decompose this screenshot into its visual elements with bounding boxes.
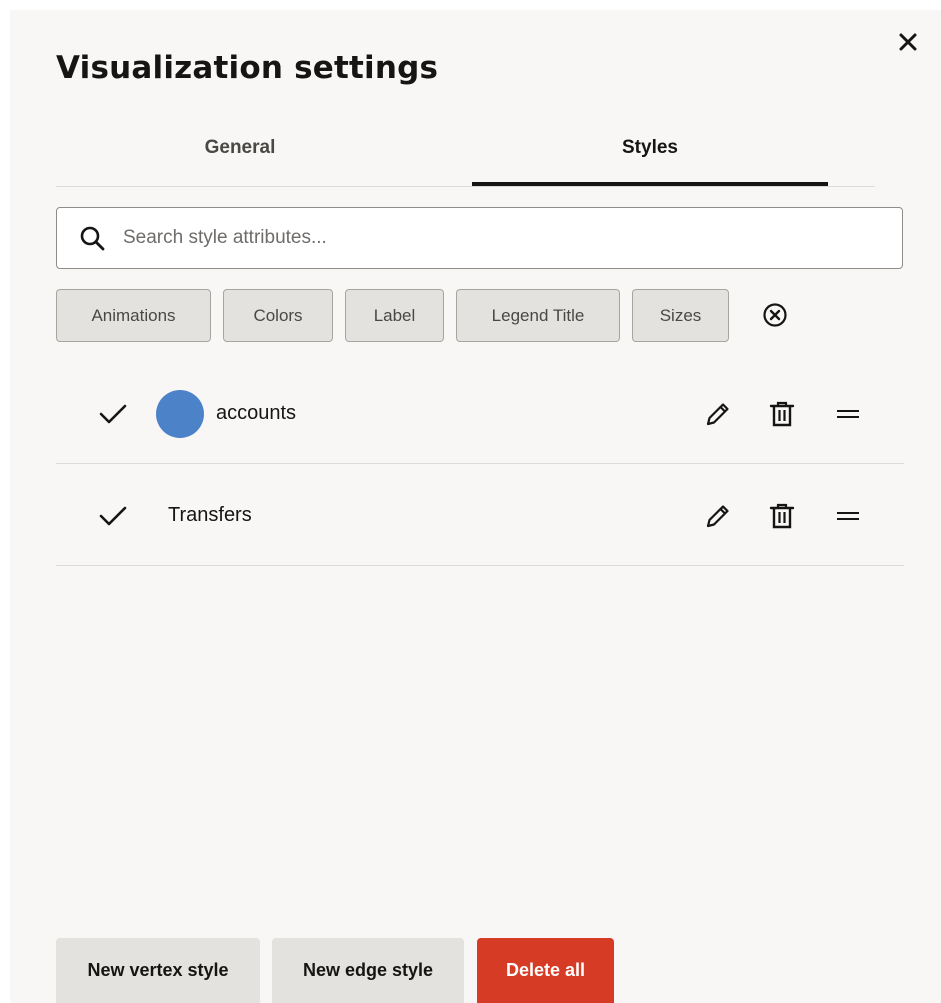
filter-chip-colors[interactable]: Colors	[223, 289, 333, 342]
filter-chip-label: Colors	[253, 305, 303, 325]
filter-chip-sizes[interactable]: Sizes	[632, 289, 729, 342]
drag-handle-icon[interactable]	[831, 397, 865, 431]
close-button[interactable]	[891, 27, 925, 57]
search-icon	[79, 225, 105, 251]
dialog-title: Visualization settings	[56, 50, 439, 86]
style-row-transfers[interactable]: Transfers	[56, 466, 904, 566]
new-edge-style-label: New edge style	[302, 960, 434, 980]
tab-general[interactable]: General	[56, 112, 424, 184]
clear-circle-icon	[763, 303, 787, 327]
delete-all-button[interactable]: Delete all	[477, 938, 614, 1003]
delete-all-label: Delete all	[505, 960, 586, 980]
filter-chip-legend-title[interactable]: Legend Title	[456, 289, 620, 342]
style-row-label: accounts	[216, 402, 297, 424]
close-icon	[899, 33, 917, 51]
tab-styles-label: Styles	[622, 137, 678, 158]
filter-chip-label[interactable]: Label	[345, 289, 444, 342]
check-icon[interactable]	[98, 504, 128, 528]
tab-bar: General Styles	[56, 112, 875, 187]
style-row-label: Transfers	[168, 504, 252, 526]
tab-styles[interactable]: Styles	[472, 112, 828, 186]
new-edge-style-button[interactable]: New edge style	[272, 938, 464, 1003]
selected-tab-indicator	[472, 182, 828, 186]
filter-chip-label: Label	[373, 305, 416, 325]
edit-icon[interactable]	[701, 499, 735, 533]
search-input[interactable]	[121, 226, 865, 250]
trash-icon[interactable]	[765, 499, 799, 533]
trash-icon[interactable]	[765, 397, 799, 431]
circle-swatch-icon	[156, 390, 204, 438]
filter-chip-animations[interactable]: Animations	[56, 289, 211, 342]
filter-chip-label: Animations	[91, 305, 176, 325]
clear-filters-button[interactable]	[760, 300, 790, 330]
new-vertex-style-button[interactable]: New vertex style	[56, 938, 260, 1003]
filter-chip-label: Sizes	[659, 305, 702, 325]
search-field[interactable]	[56, 207, 903, 269]
edit-icon[interactable]	[701, 397, 735, 431]
filter-chip-label: Legend Title	[491, 305, 585, 325]
style-row-accounts[interactable]: accounts	[56, 364, 904, 464]
check-icon[interactable]	[98, 402, 128, 426]
tab-general-label: General	[204, 137, 276, 158]
new-vertex-style-label: New vertex style	[87, 960, 229, 980]
drag-handle-icon[interactable]	[831, 499, 865, 533]
